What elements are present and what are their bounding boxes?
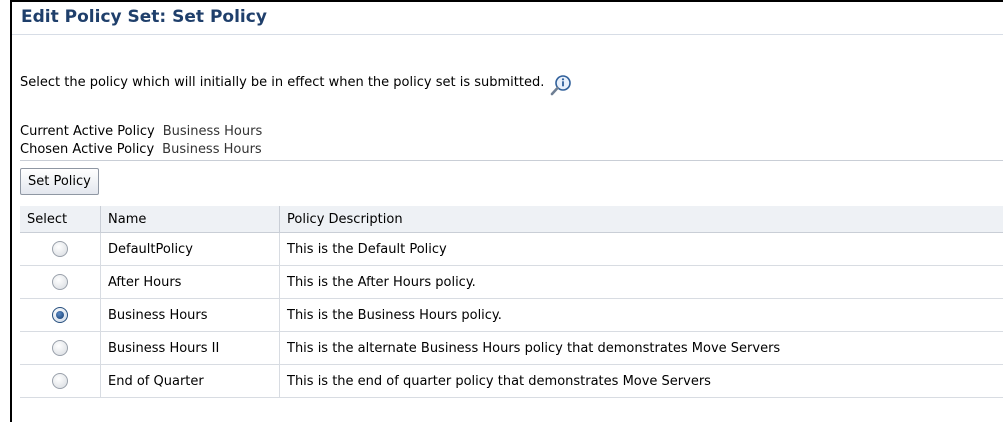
table-row[interactable]: Business Hours This is the Business Hour… — [20, 298, 1003, 332]
policy-description: This is the end of quarter policy that d… — [279, 364, 1003, 398]
policy-name: Business Hours II — [100, 331, 280, 365]
table-row[interactable]: DefaultPolicy This is the Default Policy — [20, 232, 1003, 266]
policy-name: End of Quarter — [100, 364, 280, 398]
table-row[interactable]: After Hours This is the After Hours poli… — [20, 265, 1003, 299]
table-row[interactable]: Business Hours II This is the alternate … — [20, 331, 1003, 365]
title-divider — [12, 34, 1003, 35]
policy-radio-button[interactable] — [52, 274, 68, 290]
column-header-description[interactable]: Policy Description — [279, 206, 1003, 233]
set-policy-button[interactable]: Set Policy — [20, 168, 99, 195]
policy-radio-button[interactable] — [52, 340, 68, 356]
policy-description: This is the Business Hours policy. — [279, 298, 1003, 332]
policy-name: DefaultPolicy — [100, 232, 280, 266]
section-divider — [20, 160, 1003, 161]
policy-description: This is the Default Policy — [279, 232, 1003, 266]
policy-panel: Edit Policy Set: Set Policy Select the p… — [10, 0, 1003, 422]
current-active-policy-row: Current Active Policy Business Hours — [20, 124, 262, 139]
select-cell — [20, 232, 101, 266]
chosen-active-policy-value: Business Hours — [162, 142, 262, 157]
chosen-active-policy-label: Chosen Active Policy — [20, 142, 155, 157]
select-cell — [20, 298, 101, 332]
column-header-select[interactable]: Select — [20, 206, 101, 233]
current-active-policy-label: Current Active Policy — [20, 124, 155, 139]
policy-name: After Hours — [100, 265, 280, 299]
policy-radio-button[interactable] — [52, 373, 68, 389]
info-magnifier-icon[interactable] — [548, 74, 574, 96]
table-header-row: Select Name Policy Description — [20, 206, 1003, 233]
select-cell — [20, 364, 101, 398]
policy-table: Select Name Policy Description DefaultPo… — [20, 206, 1003, 398]
current-active-policy-value: Business Hours — [162, 124, 263, 139]
select-cell — [20, 265, 101, 299]
chosen-active-policy-row: Chosen Active Policy Business Hours — [20, 142, 262, 157]
policy-name: Business Hours — [100, 298, 280, 332]
policy-description: This is the alternate Business Hours pol… — [279, 331, 1003, 365]
policy-description: This is the After Hours policy. — [279, 265, 1003, 299]
select-cell — [20, 331, 101, 365]
instruction-text: Select the policy which will initially b… — [20, 75, 545, 90]
column-header-name[interactable]: Name — [100, 206, 280, 233]
toolbar: Set Policy — [20, 168, 99, 195]
page-title: Edit Policy Set: Set Policy — [21, 7, 267, 27]
instruction-line: Select the policy which will initially b… — [20, 68, 574, 96]
table-row[interactable]: End of Quarter This is the end of quarte… — [20, 364, 1003, 398]
policy-radio-button[interactable] — [52, 241, 68, 257]
policy-radio-button[interactable] — [52, 307, 68, 323]
